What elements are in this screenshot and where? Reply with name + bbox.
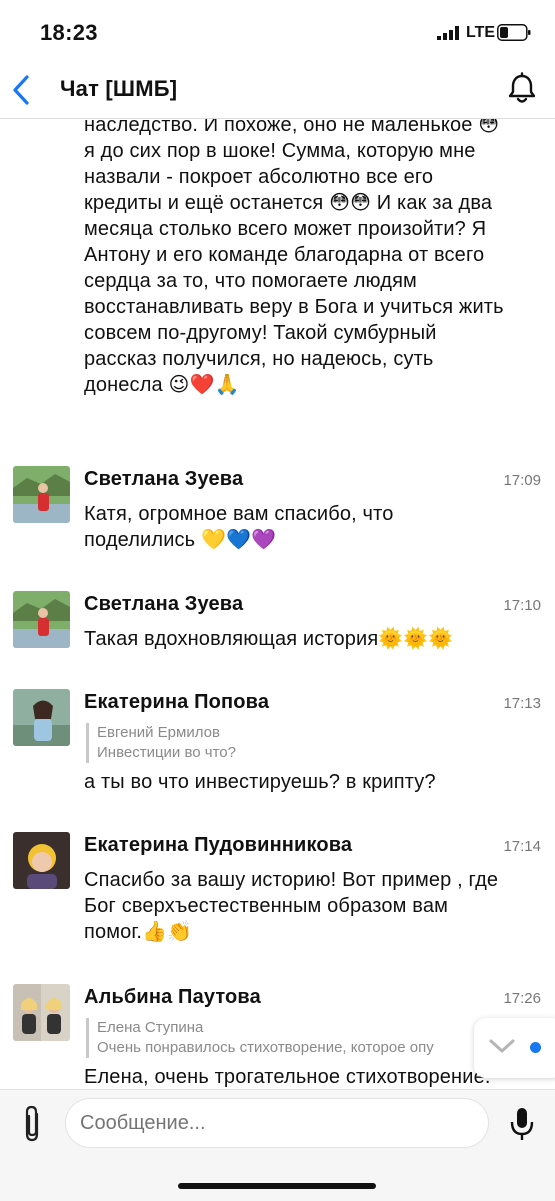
author-name[interactable]: Екатерина Пудовинникова [84,834,352,857]
message-line: помог.👍👏 [84,921,193,943]
avatar[interactable] [13,984,70,1041]
message-time: 17:26 [503,990,541,1007]
avatar[interactable] [13,591,70,648]
signal-icon [437,26,459,40]
message-text: а ты во что инвестируешь? в крипту? [84,769,539,795]
message-line: совсем по-другому! Такой сумбурный [84,322,437,344]
message-input[interactable] [65,1098,489,1148]
message-line: рассказ получился, но надеюсь, суть [84,348,434,370]
chat-header: Чат [ШМБ] [0,66,555,119]
quoted-author: Евгений Ермилов [97,724,220,741]
message-line: Катя, огромное вам спасибо, что [84,503,394,525]
message-text: Елена, очень трогательное стихотворение. [84,1064,539,1089]
message-time: 17:10 [503,597,541,614]
avatar[interactable] [13,689,70,746]
status-bar: 18:23 LTE [0,0,555,66]
quoted-author: Елена Ступина [97,1019,204,1036]
quoted-text: Очень понравилось стихотворение, которое… [97,1039,434,1056]
scroll-to-bottom-button[interactable] [474,1018,555,1078]
back-arrow-icon[interactable] [8,70,36,110]
message-line: Антону и его команде благодарна от всего [84,244,485,266]
home-indicator [178,1183,376,1189]
message-line: поделились 💛💙💜 [84,529,277,551]
message-time: 17:09 [503,472,541,489]
message-line: месяца столько всего может произойти? Я [84,218,487,240]
message-line: Бог сверхъестественным образом вам [84,895,449,917]
author-name[interactable]: Екатерина Попова [84,691,269,714]
author-name[interactable]: Светлана Зуева [84,593,243,616]
message-line: назвали - покроет абсолютно все его [84,166,434,188]
avatar[interactable] [13,466,70,523]
unread-dot [530,1042,541,1053]
chat-title[interactable]: Чат [ШМБ] [60,76,177,102]
message-line: кредиты и ещё останется 😳😳 И как за два [84,192,493,214]
message-text: Спасибо за вашу историю! Вот пример , гд… [84,867,539,945]
message-line: восстанавливать веру в Бога и учиться жи… [84,296,504,318]
author-name[interactable]: Светлана Зуева [84,468,243,491]
microphone-icon[interactable] [507,1104,537,1144]
message-line: сердца за то, что помогаете людям [84,270,417,292]
battery-icon [497,24,531,41]
quoted-message[interactable]: Елена Ступина Очень понравилось стихотво… [86,1018,487,1058]
message-list[interactable]: наследство. И похоже, оно не маленькое 😳… [0,119,555,1089]
message-line: донесла 😉❤️🙏 [84,374,240,396]
network-type: LTE [466,24,496,41]
status-time: 18:23 [40,20,98,45]
message-line: Елена, очень трогательное стихотворение. [84,1066,491,1088]
message-text: Такая вдохновляющая история🌞🌞🌞 [84,626,539,652]
message-line: Спасибо за вашу историю! Вот пример , гд… [84,869,499,891]
chevron-down-icon [489,1039,515,1053]
message-line: я до сих пор в шоке! Сумма, которую мне [84,140,476,162]
message-line: наследство. И похоже, оно не маленькое 😳 [84,119,500,136]
message-text: Катя, огромное вам спасибо, что поделили… [84,501,539,553]
bell-icon[interactable] [506,72,538,106]
message-line: а ты во что инвестируешь? в крипту? [84,771,436,793]
message-line: Такая вдохновляющая история🌞🌞🌞 [84,628,454,650]
paperclip-icon[interactable] [19,1104,47,1144]
message-time: 17:13 [503,695,541,712]
quoted-message[interactable]: Евгений Ермилов Инвестиции во что? [86,723,487,763]
avatar[interactable] [13,832,70,889]
author-name[interactable]: Альбина Паутова [84,986,261,1009]
message-time: 17:14 [503,838,541,855]
message-continuation: наследство. И похоже, оно не маленькое 😳… [84,119,539,398]
quoted-text: Инвестиции во что? [97,744,236,761]
